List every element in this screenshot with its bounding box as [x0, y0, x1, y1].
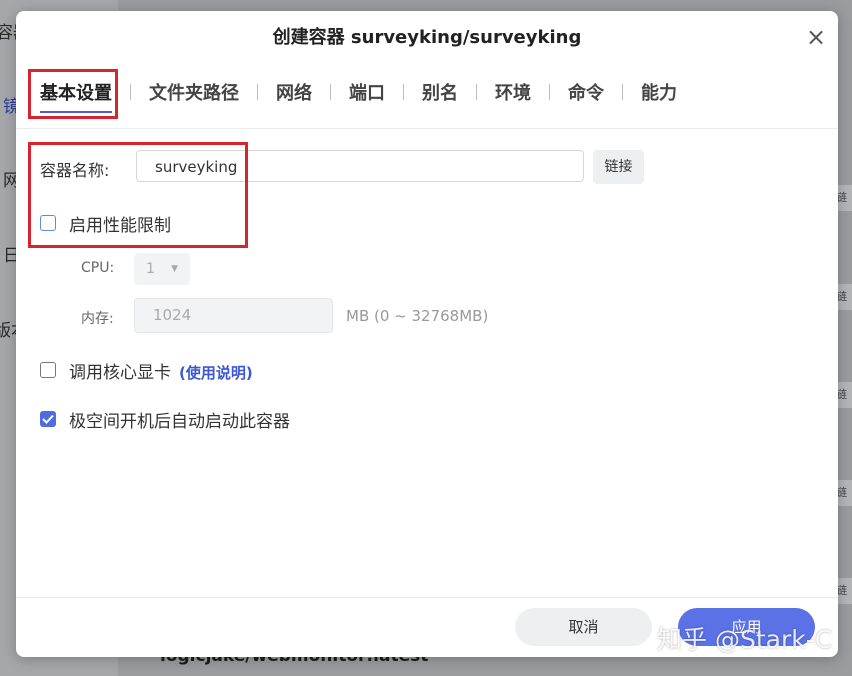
cpu-value: 1: [146, 261, 155, 277]
create-container-dialog: 创建容器 surveyking/surveyking × 基本设置 文件夹路径 …: [16, 11, 838, 657]
bg-link-tag: 链接: [836, 382, 852, 408]
bg-link-tag: 链接: [836, 480, 852, 506]
tab-bar: 基本设置 文件夹路径 网络 端口 别名 环境 命令 能力: [40, 77, 677, 113]
tab-separator: [622, 84, 623, 100]
gpu-label-row: 调用核心显卡 (使用说明): [69, 358, 253, 383]
gpu-label: 调用核心显卡: [69, 363, 171, 383]
autostart-checkbox[interactable]: [40, 411, 56, 427]
tab-network[interactable]: 网络: [276, 79, 312, 105]
tab-separator: [476, 84, 477, 100]
tabs-divider: [16, 128, 838, 129]
gpu-checkbox[interactable]: [40, 362, 56, 378]
tab-environment[interactable]: 环境: [495, 79, 531, 105]
memory-unit: MB (0 ~ 32768MB): [346, 307, 489, 325]
checkmark-icon: [42, 414, 54, 424]
footer-divider: [16, 597, 838, 598]
tab-alias[interactable]: 别名: [422, 79, 458, 105]
autostart-label: 极空间开机后自动启动此容器: [69, 412, 290, 432]
container-name-label: 容器名称:: [40, 161, 110, 180]
tab-capabilities[interactable]: 能力: [641, 79, 677, 105]
caret-down-icon: ▼: [171, 264, 178, 274]
tab-separator: [130, 84, 131, 100]
cancel-button[interactable]: 取消: [515, 608, 652, 646]
bg-link-tag: 链接: [836, 578, 852, 604]
bg-link-tag: 链接: [836, 185, 852, 211]
cpu-select[interactable]: 1 ▼: [134, 253, 190, 285]
dialog-title: 创建容器 surveyking/surveyking: [272, 27, 582, 48]
cpu-label: CPU:: [81, 260, 115, 276]
tab-separator: [549, 84, 550, 100]
bg-link-tag: 链接: [836, 284, 852, 310]
perf-limit-label: 启用性能限制: [69, 216, 171, 236]
memory-input[interactable]: 1024: [134, 298, 333, 333]
close-icon[interactable]: ×: [806, 25, 826, 49]
container-name-input[interactable]: surveyking: [136, 150, 584, 182]
tab-separator: [330, 84, 331, 100]
tab-separator: [257, 84, 258, 100]
memory-label: 内存:: [81, 311, 114, 327]
tab-basic-settings[interactable]: 基本设置: [40, 79, 112, 113]
tab-folder-path[interactable]: 文件夹路径: [149, 79, 239, 105]
tab-separator: [403, 84, 404, 100]
apply-button[interactable]: 应用: [678, 608, 815, 646]
link-button[interactable]: 链接: [593, 150, 644, 184]
tab-command[interactable]: 命令: [568, 79, 604, 105]
tab-port[interactable]: 端口: [349, 79, 385, 105]
perf-limit-checkbox[interactable]: [40, 215, 56, 231]
gpu-help-link[interactable]: (使用说明): [179, 364, 253, 382]
